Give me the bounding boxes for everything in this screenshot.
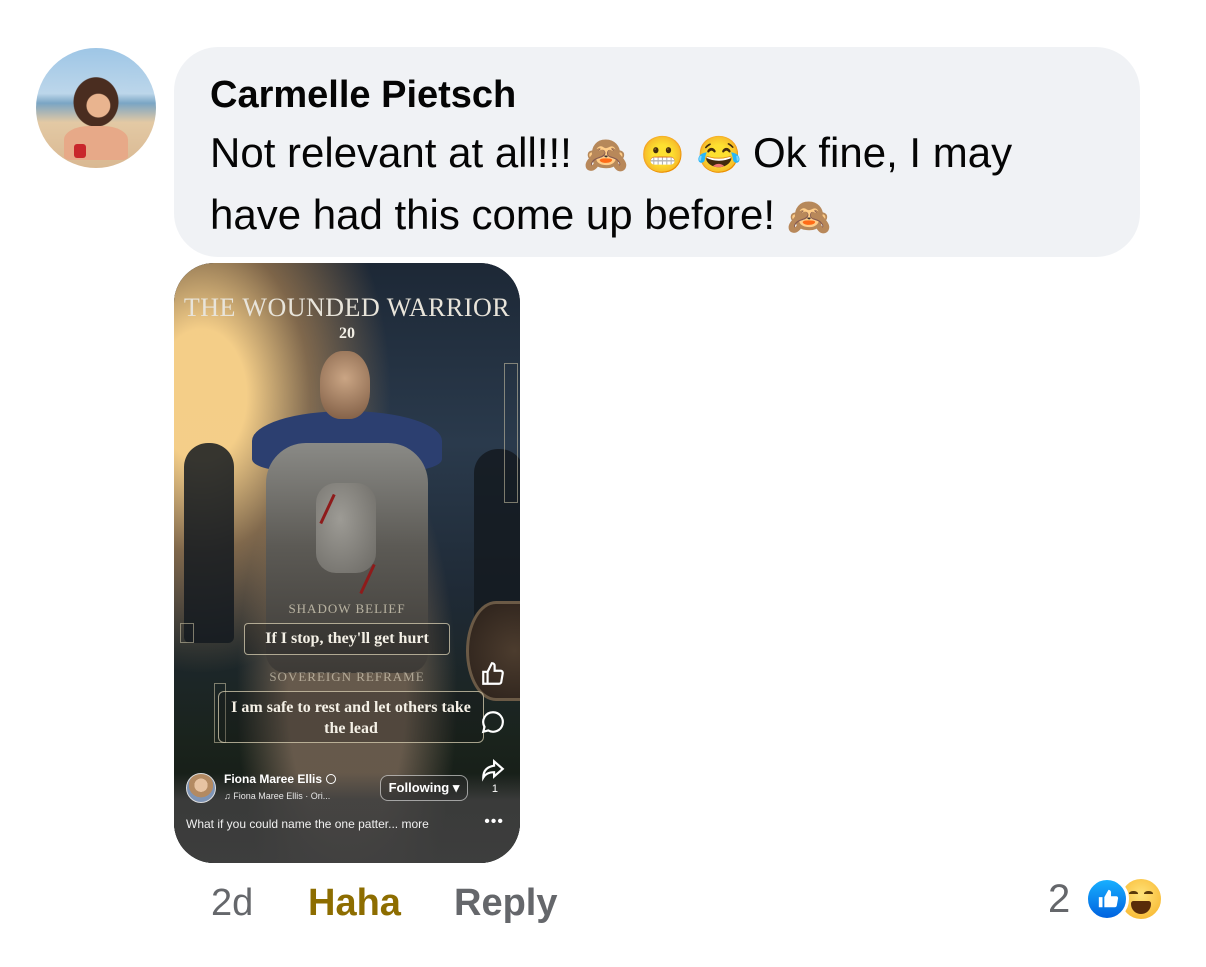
creator-avatar[interactable] — [186, 773, 216, 803]
grimacing-face-emoji: 😬 — [640, 134, 685, 175]
creator-name-text: Fiona Maree Ellis — [224, 772, 323, 786]
reel-number: 20 — [339, 325, 355, 342]
comment-icon[interactable] — [480, 709, 510, 739]
see-no-evil-monkey-emoji: 🙈 — [583, 134, 629, 175]
chevron-down-icon: ▾ — [452, 780, 460, 795]
reel-attachment[interactable]: THE WOUNDED WARRIOR 20 SHADOW BELIEF If … — [174, 263, 520, 863]
reaction-count: 2 — [1048, 877, 1071, 921]
reframe-text: I am safe to rest and let others take th… — [218, 691, 484, 743]
comment-text: Not relevant at all!!! 🙈 😬 😂 Ok fine, I … — [210, 123, 1104, 247]
shadow-belief-label: SHADOW BELIEF — [288, 601, 406, 616]
following-button[interactable]: Following ▾ — [380, 775, 468, 801]
following-label: Following — [388, 780, 450, 795]
wound-mark — [359, 563, 376, 595]
reply-button[interactable]: Reply — [454, 878, 557, 928]
music-note-icon: ♫ — [224, 791, 234, 801]
share-count: 1 — [491, 783, 498, 795]
comment-author[interactable]: Carmelle Pietsch — [210, 71, 1104, 119]
haha-eye — [1144, 891, 1153, 896]
comment-timestamp[interactable]: 2d — [211, 878, 253, 928]
frame-ornament — [504, 363, 518, 503]
haha-eye — [1129, 891, 1138, 896]
warrior-head — [320, 351, 370, 419]
more-options-icon[interactable]: ••• — [484, 813, 504, 831]
see-no-evil-monkey-emoji: 🙈 — [786, 196, 832, 237]
wound-mark — [319, 493, 336, 525]
reframe-label: SOVEREIGN REFRAME — [269, 669, 425, 684]
avatar-detail — [74, 144, 86, 158]
frame-ornament — [180, 623, 194, 643]
reel-caption[interactable]: What if you could name the one patter...… — [186, 817, 429, 831]
comment-text-part: Not relevant at all!!! — [210, 129, 584, 176]
creator-name[interactable]: Fiona Maree Ellis — [224, 772, 337, 786]
globe-icon — [326, 774, 337, 784]
haha-reaction-button[interactable]: Haha — [308, 878, 401, 928]
audio-track-text: Fiona Maree Ellis · Ori... — [233, 791, 331, 801]
comment-bubble: Carmelle Pietsch Not relevant at all!!! … — [174, 47, 1140, 257]
like-icon[interactable] — [480, 661, 510, 691]
commenter-avatar[interactable] — [36, 48, 156, 168]
reel-title: THE WOUNDED WARRIOR — [183, 293, 511, 322]
audio-track[interactable]: ♫ Fiona Maree Ellis · Ori... — [224, 791, 330, 801]
haha-mouth — [1131, 901, 1151, 914]
tears-of-joy-emoji: 😂 — [696, 134, 742, 175]
like-icon — [1085, 877, 1129, 921]
belief-text: If I stop, they'll get hurt — [244, 623, 450, 655]
